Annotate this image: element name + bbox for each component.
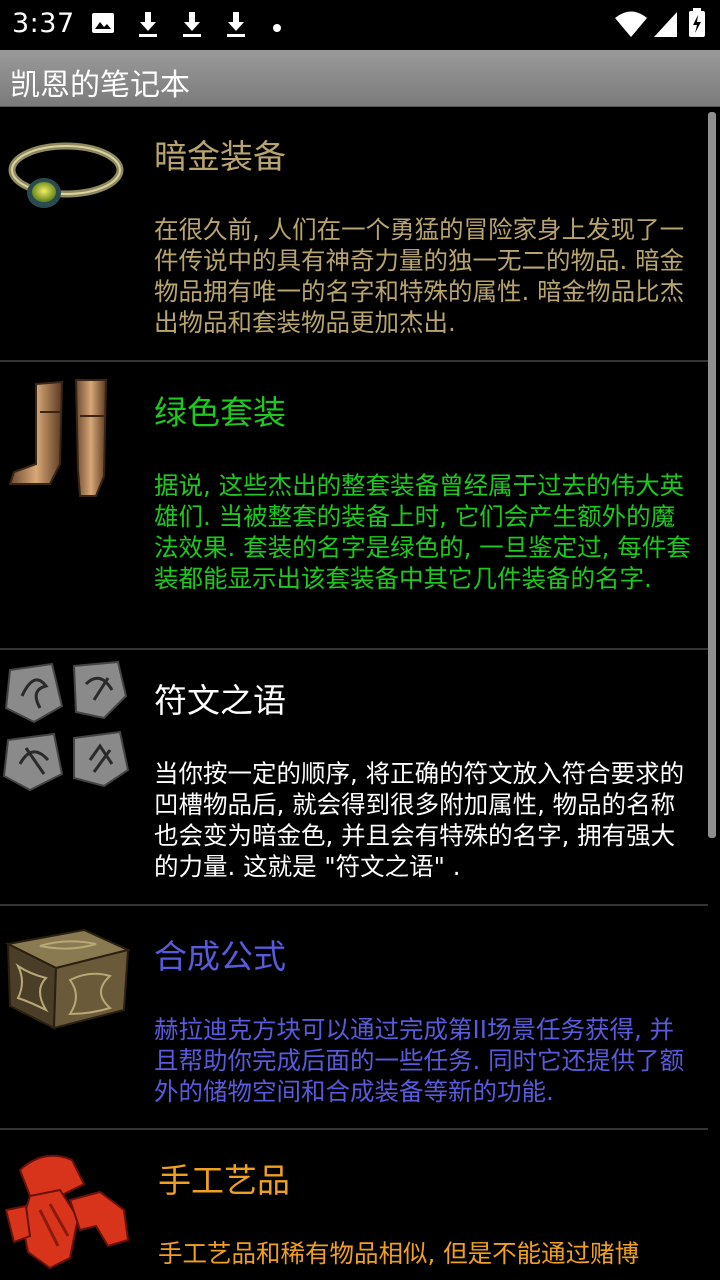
boots-icon	[0, 372, 135, 502]
item-title: 符文之语	[154, 681, 286, 720]
status-time: 3:37	[12, 8, 75, 39]
list-item-crafted[interactable]: 手工艺品 手工艺品和稀有物品相似, 但是不能通过赌博	[0, 1130, 708, 1280]
item-title: 手工艺品	[158, 1161, 290, 1200]
item-description: 据说, 这些杰出的整套装备曾经属于过去的伟大英雄们. 当被整套的装备上时, 它们…	[154, 471, 691, 593]
list-item-recipe[interactable]: 合成公式 赫拉迪克方块可以通过完成第II场景任务获得, 并且帮助你完成后面的一些…	[0, 906, 708, 1128]
item-description: 手工艺品和稀有物品相似, 但是不能通过赌博	[158, 1239, 640, 1268]
item-title: 暗金装备	[154, 137, 286, 176]
list-item-runeword[interactable]: 符文之语 当你按一定的顺序, 将正确的符文放入符合要求的凹槽物品后, 就会得到很…	[0, 650, 708, 904]
list-item-unique[interactable]: 暗金装备 在很久前, 人们在一个勇猛的冒险家身上发现了一件传说中的具有神奇力量的…	[0, 106, 708, 360]
status-bar: 3:37	[0, 0, 720, 50]
download-icon	[136, 10, 160, 42]
signal-icon	[652, 10, 678, 42]
item-description: 赫拉迪克方块可以通过完成第II场景任务获得, 并且帮助你完成后面的一些任务. 同…	[154, 1015, 685, 1106]
gloves-icon	[0, 1140, 135, 1280]
app-bar: 凯恩的笔记本	[0, 50, 720, 107]
cube-icon	[0, 910, 135, 1034]
item-title: 合成公式	[154, 937, 286, 976]
battery-icon	[688, 8, 706, 42]
item-description: 在很久前, 人们在一个勇猛的冒险家身上发现了一件传说中的具有神奇力量的独一无二的…	[154, 215, 685, 337]
list-item-set[interactable]: 绿色套装 据说, 这些杰出的整套装备曾经属于过去的伟大英雄们. 当被整套的装备上…	[0, 362, 708, 648]
download-icon	[224, 10, 248, 42]
image-icon	[90, 10, 116, 40]
item-description: 当你按一定的顺序, 将正确的符文放入符合要求的凹槽物品后, 就会得到很多附加属性…	[154, 759, 685, 881]
runes-icon	[0, 656, 135, 796]
download-icon	[180, 10, 204, 42]
wifi-icon	[614, 10, 648, 42]
ring-icon	[0, 122, 135, 232]
app-title: 凯恩的笔记本	[10, 68, 190, 103]
dot-icon	[272, 18, 282, 37]
item-list[interactable]: 暗金装备 在很久前, 人们在一个勇猛的冒险家身上发现了一件传说中的具有神奇力量的…	[0, 106, 720, 1280]
item-title: 绿色套装	[154, 393, 286, 432]
scrollbar[interactable]	[708, 112, 716, 838]
